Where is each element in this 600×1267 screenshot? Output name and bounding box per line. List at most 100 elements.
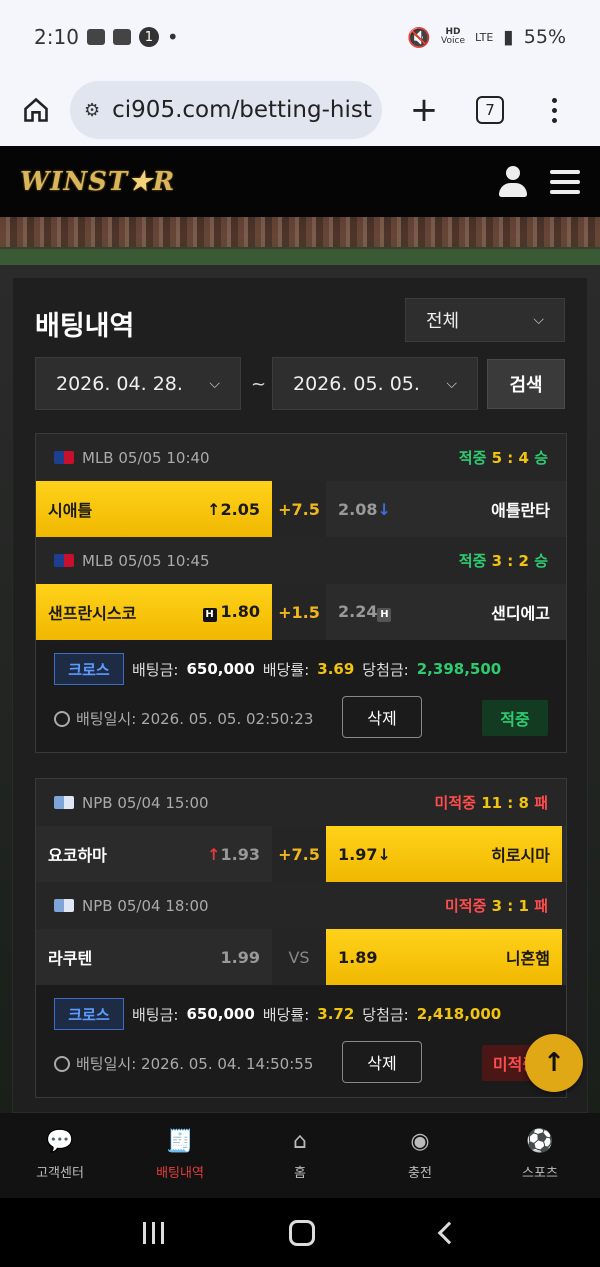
status-badge: 적중 [482,700,548,736]
handicap-badge-icon: H [377,608,392,622]
browser-menu-button[interactable] [544,90,564,130]
receipt-icon: 🧾 [166,1129,194,1154]
date-from-select[interactable]: 2026. 04. 28. ⌵ [35,357,241,410]
site-settings-icon[interactable]: ⚙ [84,100,100,121]
user-icon[interactable] [498,165,528,198]
home-team-pick[interactable]: 샌프란시스코 H 1.80 [36,584,272,640]
bet-card: MLB 05/05 10:40 적중 5 : 4 승 시애틀 ↑2.05 +7.… [35,433,567,753]
scroll-to-top-button[interactable]: ↑ [525,1034,583,1092]
search-button[interactable]: 검색 [487,359,565,409]
status-bar: 2:10 1 • 🔇 HD Voice LTE ▮ 55% [0,0,600,74]
odds-row: 요코하마 ↑1.93 +7.5 1.97↓ 히로시마 [36,826,566,882]
stake-amount: 650,000 [186,1005,255,1023]
home-team-pick[interactable]: 요코하마 ↑1.93 [36,826,272,882]
chevron-down-icon: ⌵ [446,375,457,392]
mute-icon: 🔇 [407,26,432,49]
bet-type-badge: 크로스 [54,653,124,685]
away-team-pick[interactable]: 1.97↓ 히로시마 [326,826,562,882]
odds-row: 라쿠텐 1.99 VS 1.89 니혼햄 [36,929,566,985]
game-header: NPB 05/04 15:00 미적중 11 : 8 패 [36,779,566,826]
betting-history-panel: 배팅내역 전체 ⌵ 2026. 04. 28. ⌵ ~ 2026. 05. 05. ⌵… [12,277,588,1113]
bet-time: 배팅일시: 2026. 05. 05. 02:50:23 [54,708,313,729]
tab-switcher-button[interactable]: 7 [476,96,504,124]
status-time: 2:10 [34,25,79,49]
home-team-pick[interactable]: 라쿠텐 1.99 [36,929,272,985]
payout-amount: 2,398,500 [416,660,502,678]
gallery-icon [112,29,131,45]
nav-sports[interactable]: ⚽ 스포츠 [480,1113,600,1198]
clock-icon [54,710,70,727]
hd-voice-indicator: HD Voice [441,28,465,46]
game-result: 미적중 3 : 1 패 [444,897,548,915]
game-result: 적중 5 : 4 승 [458,449,548,467]
date-range-separator: ~ [251,374,267,395]
recents-button[interactable] [142,1221,164,1244]
android-navigation-bar [0,1198,600,1267]
payout-amount: 2,418,000 [416,1005,502,1023]
handicap-badge-icon: H [202,608,217,622]
chat-icon: 💬 [46,1129,74,1154]
voice-label: Voice [441,36,465,46]
away-team-pick[interactable]: 2.24 H 샌디에고 [326,584,562,640]
game-header: MLB 05/05 10:45 적중 3 : 2 승 [36,537,566,584]
bet-summary: 크로스 배팅금: 650,000 배당률: 3.72 당첨금: 2,418,000 배… [36,985,566,1097]
browser-toolbar: ⚙ ci905.com/betting-hist + 7 [0,74,600,146]
stake-amount: 650,000 [186,660,255,678]
away-team-pick[interactable]: 2.08↓ 애틀란타 [326,481,562,537]
nav-betting-history[interactable]: 🧾 배팅내역 [120,1113,240,1198]
notification-count-badge: 1 [138,27,159,47]
nav-customer-center[interactable]: 💬 고객센터 [0,1113,120,1198]
clock-icon [54,1055,70,1072]
odds-row: 시애틀 ↑2.05 +7.5 2.08↓ 애틀란타 [36,481,566,537]
bottom-navigation: 💬 고객센터 🧾 배팅내역 ⌂ 홈 ◉ 충전 ⚽ 스포츠 [0,1113,600,1198]
coins-icon: ◉ [410,1129,430,1154]
hamburger-menu-icon[interactable] [550,169,580,194]
odds-rate: 3.72 [317,1005,355,1023]
android-home-button[interactable] [289,1219,316,1246]
handicap-value: +7.5 [272,826,326,882]
signal-icon: ▮ [503,26,514,48]
chevron-down-icon: ⌵ [533,312,544,328]
back-button[interactable] [437,1221,461,1244]
handicap-value: +1.5 [272,584,326,640]
odds-rate: 3.69 [317,660,355,678]
stadium-banner [0,217,600,265]
page-title: 배팅내역 [35,311,135,342]
handicap-value: +7.5 [272,481,326,537]
game-header: MLB 05/05 10:40 적중 5 : 4 승 [36,434,566,481]
home-team-pick[interactable]: 시애틀 ↑2.05 [36,481,272,537]
status-dot: • [166,25,179,49]
site-header: WINST★R [0,146,600,217]
winstar-logo[interactable]: WINST★R [20,167,175,197]
npb-flag-icon [54,899,74,912]
url-text: ci905.com/betting-hist [112,97,372,123]
bet-type-badge: 크로스 [54,998,124,1030]
date-to-select[interactable]: 2026. 05. 05. ⌵ [272,357,478,410]
delete-button[interactable]: 삭제 [342,696,422,738]
versus-label: VS [272,929,326,985]
chevron-down-icon: ⌵ [209,375,220,392]
home-icon: ⌂ [293,1129,307,1154]
bet-time: 배팅일시: 2026. 05. 04. 14:50:55 [54,1053,313,1074]
battery-percent: 55% [523,26,566,48]
delete-button[interactable]: 삭제 [342,1041,422,1083]
nav-charge[interactable]: ◉ 충전 [360,1113,480,1198]
mlb-flag-icon [54,451,74,464]
odds-row: 샌프란시스코 H 1.80 +1.5 2.24 H 샌디에고 [36,584,566,640]
bet-summary: 크로스 배팅금: 650,000 배당률: 3.69 당첨금: 2,398,500 배… [36,640,566,752]
away-team-pick[interactable]: 1.89 니혼햄 [326,929,562,985]
game-header: NPB 05/04 18:00 미적중 3 : 1 패 [36,882,566,929]
game-result: 미적중 11 : 8 패 [434,794,548,812]
address-bar[interactable]: ⚙ ci905.com/betting-hist [70,81,382,139]
home-icon [24,97,48,122]
game-result: 적중 3 : 2 승 [458,552,548,570]
bet-card: NPB 05/04 15:00 미적중 11 : 8 패 요코하마 ↑1.93 … [35,778,567,1098]
mlb-flag-icon [54,554,74,567]
nav-home[interactable]: ⌂ 홈 [240,1113,360,1198]
new-tab-button[interactable]: + [404,90,444,130]
browser-home-button[interactable] [14,88,58,132]
npb-flag-icon [54,796,74,809]
soccer-ball-icon: ⚽ [526,1129,554,1154]
filter-select[interactable]: 전체 ⌵ [405,298,565,342]
message-icon [86,29,105,45]
